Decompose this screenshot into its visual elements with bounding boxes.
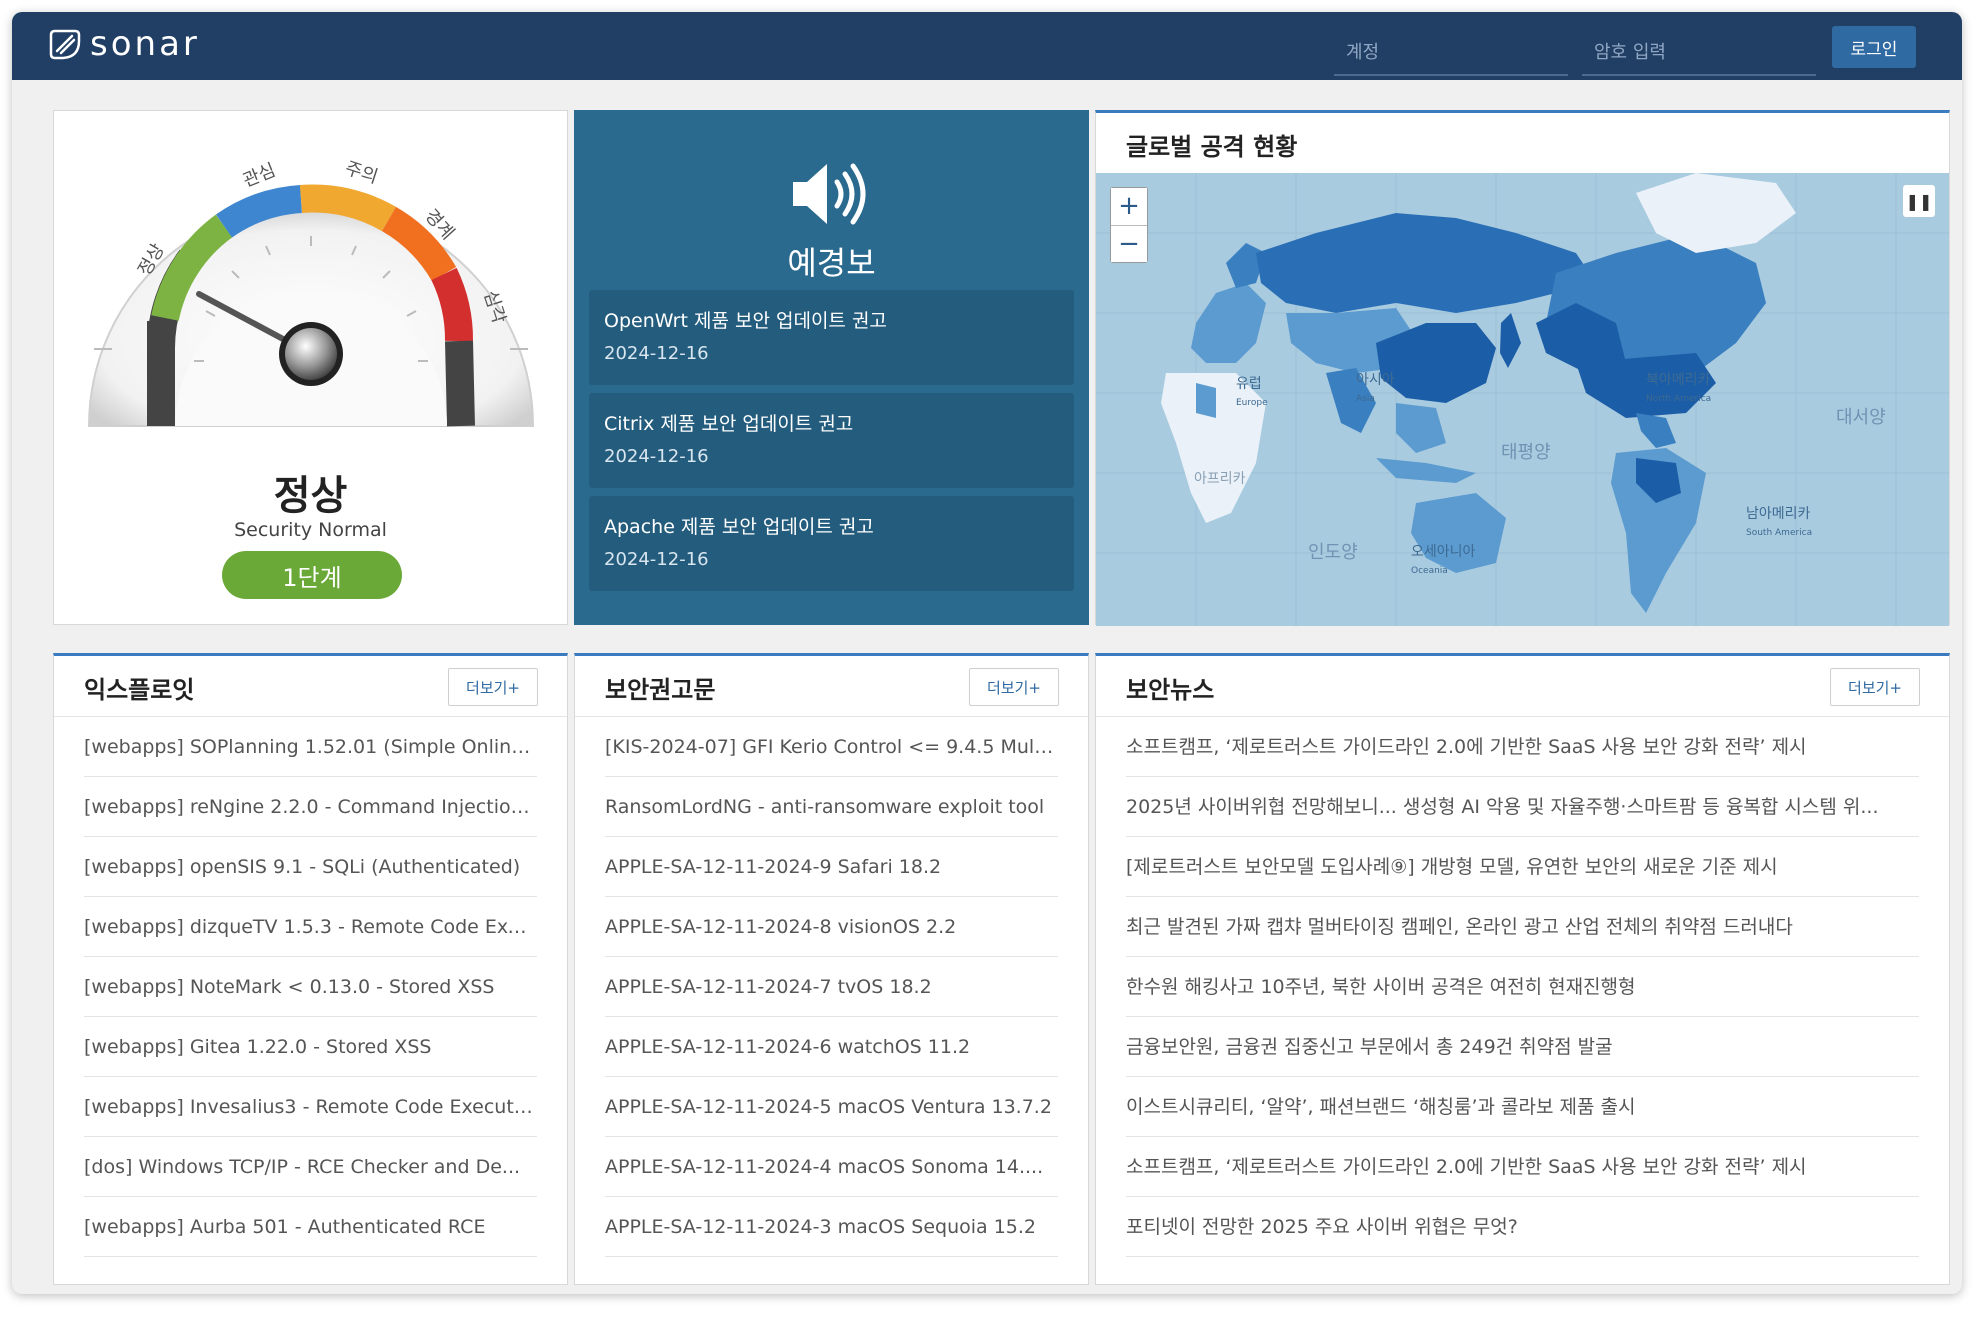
global-attack-panel: 글로벌 공격 현황 유럽 Europe 아시아 Asia 북아메리카 North…	[1095, 110, 1950, 626]
region-label-europe: 유럽 Europe	[1236, 376, 1268, 408]
list-item[interactable]: [webapps] dizqueTV 1.5.3 - Remote Code E…	[84, 897, 537, 957]
world-map-svg	[1096, 173, 1949, 626]
exploit-more-button[interactable]: 더보기+	[448, 668, 538, 706]
logo[interactable]: sonar	[48, 24, 200, 64]
alert-item[interactable]: Apache 제품 보안 업데이트 권고 2024-12-16	[589, 496, 1074, 591]
logo-text: sonar	[90, 24, 200, 64]
region-label-africa: 아프리카	[1194, 471, 1246, 487]
alert-item-title: Citrix 제품 보안 업데이트 권고	[604, 413, 854, 435]
app-frame: sonar 로그인	[12, 12, 1962, 1294]
list-item[interactable]: [webapps] SOPlanning 1.52.01 (Simple Onl…	[84, 717, 537, 777]
alert-item-date: 2024-12-16	[604, 549, 709, 570]
region-label-atlantic: 대서양	[1836, 407, 1886, 428]
list-item[interactable]: [webapps] Aurba 501 - Authenticated RCE	[84, 1197, 537, 1257]
news-list: 소프트캠프, ‘제로트러스트 가이드라인 2.0에 기반한 SaaS 사용 보안…	[1126, 717, 1919, 1257]
news-panel: 보안뉴스 더보기+ 소프트캠프, ‘제로트러스트 가이드라인 2.0에 기반한 …	[1095, 653, 1950, 1285]
password-field-wrapper	[1582, 32, 1816, 76]
account-input[interactable]	[1334, 32, 1568, 72]
advisory-list: [KIS-2024-07] GFI Kerio Control <= 9.4.5…	[605, 717, 1058, 1257]
list-item[interactable]: 포티넷이 전망한 2025 주요 사이버 위협은 무엇?	[1126, 1197, 1919, 1257]
alert-item[interactable]: Citrix 제품 보안 업데이트 권고 2024-12-16	[589, 393, 1074, 488]
list-item[interactable]: APPLE-SA-12-11-2024-8 visionOS 2.2	[605, 897, 1058, 957]
list-item[interactable]: 소프트캠프, ‘제로트러스트 가이드라인 2.0에 기반한 SaaS 사용 보안…	[1126, 1137, 1919, 1197]
list-item[interactable]: [webapps] openSIS 9.1 - SQLi (Authentica…	[84, 837, 537, 897]
pause-icon[interactable]: ❚❚	[1903, 185, 1935, 217]
account-field-wrapper	[1334, 32, 1568, 76]
news-title: 보안뉴스	[1126, 676, 1215, 704]
list-item[interactable]: APPLE-SA-12-11-2024-3 macOS Sequoia 15.2	[605, 1197, 1058, 1257]
news-more-button[interactable]: 더보기+	[1830, 668, 1920, 706]
list-item[interactable]: 한수원 해킹사고 10주년, 북한 사이버 공격은 여전히 현재진행형	[1126, 957, 1919, 1017]
region-label-indian-ocean: 인도양	[1308, 542, 1358, 563]
list-item[interactable]: [dos] Windows TCP/IP - RCE Checker and D…	[84, 1137, 537, 1197]
alert-panel: 예경보 OpenWrt 제품 보안 업데이트 권고 2024-12-16 Cit…	[574, 110, 1089, 625]
speaker-icon	[793, 163, 866, 225]
region-label-north-america: 북아메리카 North America	[1646, 372, 1712, 404]
threat-level-badge[interactable]: 1단계	[222, 551, 402, 599]
region-label-asia: 아시아 Asia	[1356, 372, 1395, 404]
exploit-list: [webapps] SOPlanning 1.52.01 (Simple Onl…	[84, 717, 537, 1257]
alert-item-date: 2024-12-16	[604, 446, 709, 467]
exploit-panel: 익스플로잇 더보기+ [webapps] SOPlanning 1.52.01 …	[53, 653, 568, 1285]
list-item[interactable]: APPLE-SA-12-11-2024-9 Safari 18.2	[605, 837, 1058, 897]
list-item[interactable]: 금융보안원, 금융권 집중신고 부문에서 총 249건 취약점 발굴	[1126, 1017, 1919, 1077]
map-title: 글로벌 공격 현황	[1126, 133, 1298, 161]
list-item[interactable]: [webapps] Invesalius3 - Remote Code Exec…	[84, 1077, 537, 1137]
list-item[interactable]: [제로트러스트 보안모델 도입사례⑨] 개방형 모델, 유연한 보안의 새로운 …	[1126, 837, 1919, 897]
zoom-out-button[interactable]: −	[1111, 225, 1147, 262]
zoom-in-button[interactable]: +	[1111, 188, 1147, 225]
map-zoom-controls: + −	[1110, 187, 1148, 263]
region-label-south-america: 남아메리카 South America	[1746, 506, 1813, 538]
advisory-panel: 보안권고문 더보기+ [KIS-2024-07] GFI Kerio Contr…	[574, 653, 1089, 1285]
threat-status-subtitle: Security Normal	[234, 519, 387, 541]
alert-title: 예경보	[787, 244, 876, 282]
threat-level-panel: 정상 관심 주의 경계 심각 정상 Security Normal 1단계	[53, 110, 568, 625]
list-item[interactable]: 2025년 사이버위협 전망해보니... 생성형 AI 악용 및 자율주행·스마…	[1126, 777, 1919, 837]
list-item[interactable]: APPLE-SA-12-11-2024-6 watchOS 11.2	[605, 1017, 1058, 1077]
list-item[interactable]: RansomLordNG - anti-ransomware exploit t…	[605, 777, 1058, 837]
advisory-title: 보안권고문	[605, 676, 716, 704]
alert-item-title: Apache 제품 보안 업데이트 권고	[604, 516, 874, 538]
alert-item[interactable]: OpenWrt 제품 보안 업데이트 권고 2024-12-16	[589, 290, 1074, 385]
list-item[interactable]: 이스트시큐리티, ‘알약’, 패션브랜드 ‘해칭룸’과 콜라보 제품 출시	[1126, 1077, 1919, 1137]
list-item[interactable]: [KIS-2024-07] GFI Kerio Control <= 9.4.5…	[605, 717, 1058, 777]
region-label-oceania: 오세아니아 Oceania	[1411, 544, 1476, 576]
list-item[interactable]: [webapps] NoteMark < 0.13.0 - Stored XSS	[84, 957, 537, 1017]
exploit-title: 익스플로잇	[84, 676, 195, 704]
list-item[interactable]: 소프트캠프, ‘제로트러스트 가이드라인 2.0에 기반한 SaaS 사용 보안…	[1126, 717, 1919, 777]
login-button[interactable]: 로그인	[1832, 26, 1916, 68]
list-item[interactable]: [webapps] reNgine 2.2.0 - Command Inject…	[84, 777, 537, 837]
list-item[interactable]: APPLE-SA-12-11-2024-5 macOS Ventura 13.7…	[605, 1077, 1058, 1137]
top-bar: sonar 로그인	[12, 12, 1962, 80]
gauge-label-caution: 주의	[342, 158, 380, 188]
threat-status-title: 정상	[273, 473, 348, 519]
list-item[interactable]: APPLE-SA-12-11-2024-4 macOS Sonoma 14...…	[605, 1137, 1058, 1197]
advisory-more-button[interactable]: 더보기+	[969, 668, 1059, 706]
sonar-logo-icon	[49, 29, 81, 60]
world-map[interactable]: 유럽 Europe 아시아 Asia 북아메리카 North America 대서양 …	[1096, 173, 1949, 626]
threat-gauge: 정상 관심 주의 경계 심각	[87, 158, 535, 427]
list-item[interactable]: APPLE-SA-12-11-2024-7 tvOS 18.2	[605, 957, 1058, 1017]
alert-item-title: OpenWrt 제품 보안 업데이트 권고	[604, 310, 887, 332]
alert-item-date: 2024-12-16	[604, 343, 709, 364]
password-input[interactable]	[1582, 32, 1816, 72]
gauge-label-interest: 관심	[240, 160, 279, 192]
region-label-pacific: 태평양	[1501, 442, 1551, 463]
list-item[interactable]: 최근 발견된 가짜 캡챠 멀버타이징 캠페인, 온라인 광고 산업 전체의 취약…	[1126, 897, 1919, 957]
list-item[interactable]: [webapps] Gitea 1.22.0 - Stored XSS	[84, 1017, 537, 1077]
